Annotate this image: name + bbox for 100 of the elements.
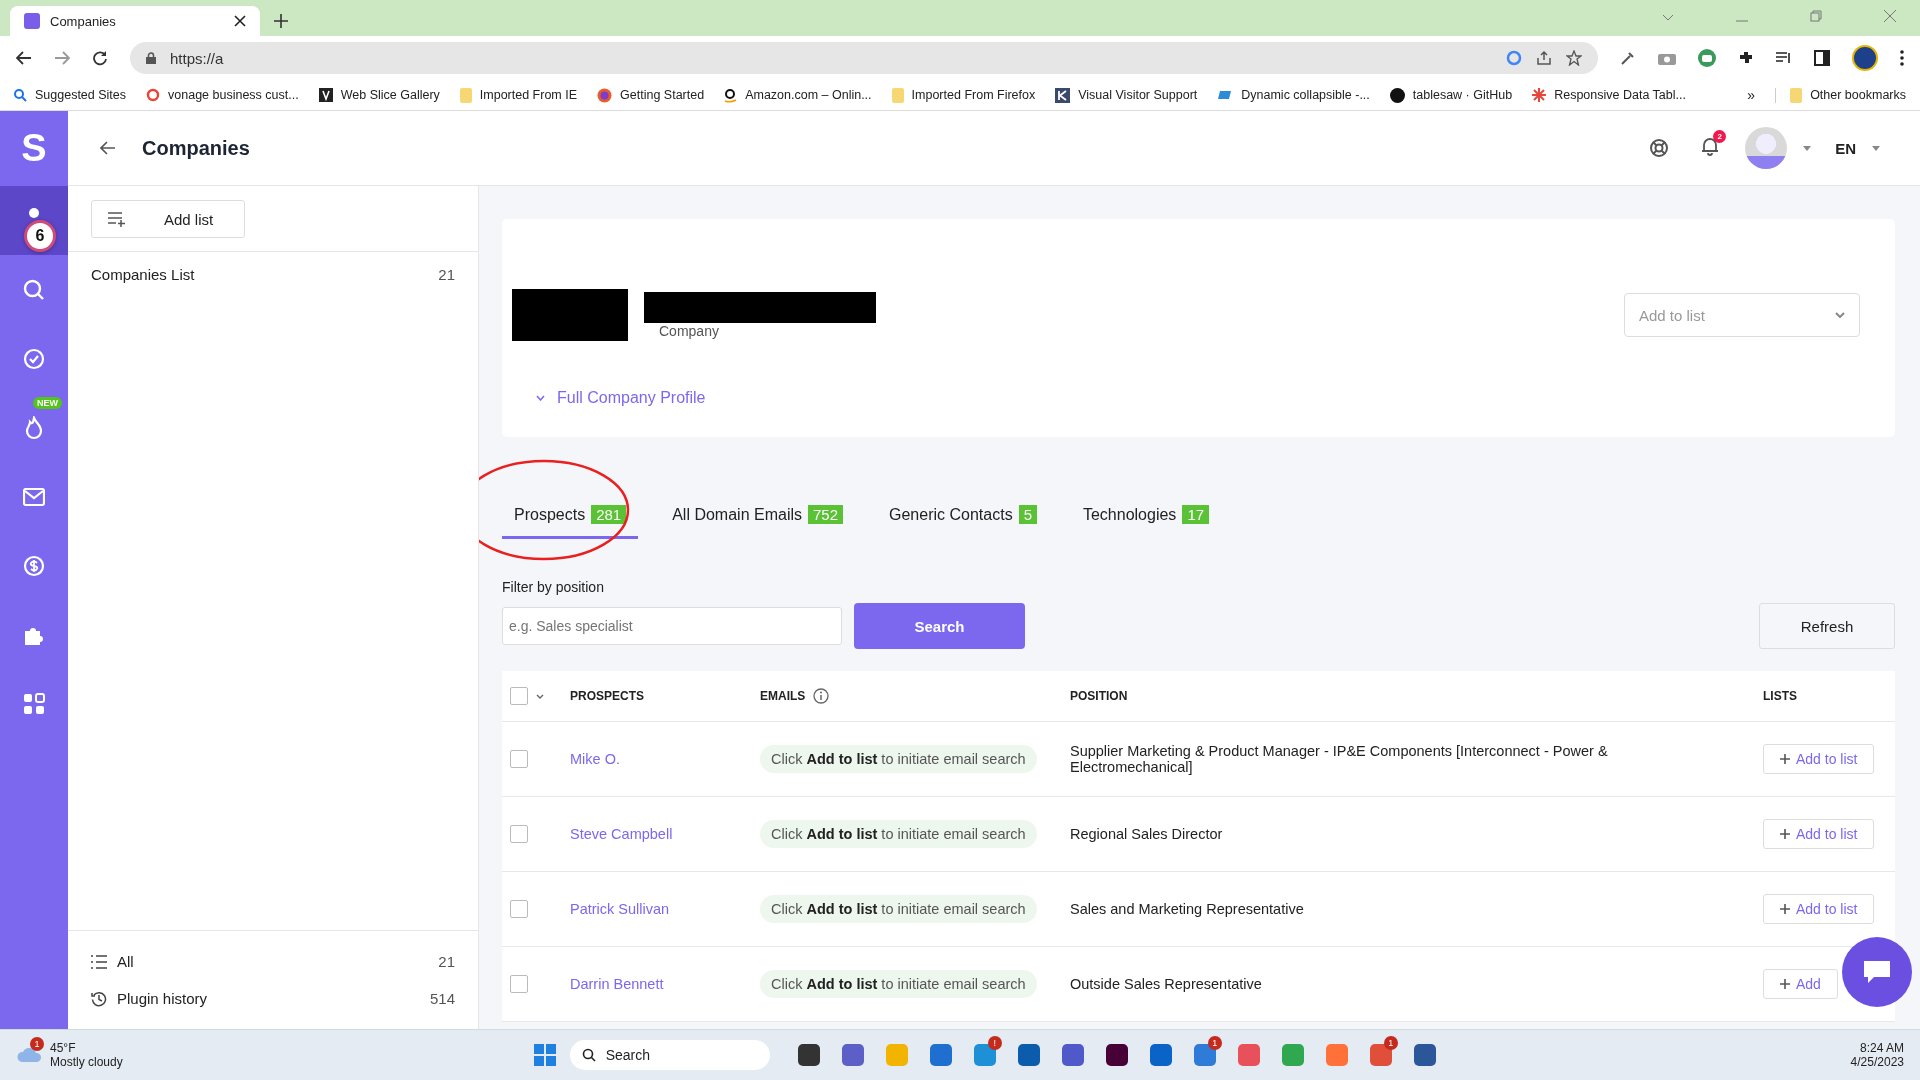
bookmark-item[interactable]: Responsive Data Tabl... (1532, 88, 1686, 102)
app-badge: 1 (1383, 1036, 1398, 1050)
reload-icon[interactable] (92, 50, 108, 66)
clock-time: 8:24 AM (1859, 1041, 1904, 1055)
search-button[interactable]: Search (854, 603, 1025, 649)
taskbar-app-icon[interactable] (1413, 1044, 1436, 1066)
tab[interactable]: Prospects 281 (502, 493, 639, 539)
profile-avatar-icon[interactable] (1852, 45, 1878, 71)
plus-icon (1780, 904, 1790, 914)
position-cell: Supplier Marketing & Product Manager - IP&E Components [Interconnect - Power & Electromechanical] (1070, 743, 1608, 775)
prospect-link[interactable]: Mike O. (570, 751, 620, 767)
taskbar-search-field[interactable]: Search (569, 1040, 770, 1070)
bookmark-item[interactable]: Amazon.com – Onlin... (724, 87, 872, 103)
bookmark-item[interactable]: tablesaw · GitHub (1389, 87, 1513, 103)
tab-title: Companies (50, 13, 117, 29)
clock-date: 4/25/2023 (1850, 1055, 1904, 1069)
more-bookmarks-button[interactable]: » (1747, 87, 1756, 103)
playlist-icon[interactable] (1776, 51, 1792, 65)
tab[interactable]: All Domain Emails 752 (660, 493, 855, 539)
share-icon[interactable] (1536, 50, 1552, 66)
row-checkbox[interactable] (510, 750, 528, 768)
prospect-link[interactable]: Patrick Sullivan (570, 901, 670, 917)
full-profile-link[interactable]: Full Company Profile (536, 389, 706, 407)
list-item[interactable]: Companies List 21 (68, 252, 478, 297)
add-to-list-button[interactable]: Add to list (1763, 819, 1875, 849)
app-logo[interactable]: S (0, 111, 68, 186)
prospect-link[interactable]: Steve Campbell (570, 826, 673, 842)
bookmark-item[interactable]: Web Slice Gallery (318, 88, 440, 102)
bookmark-item[interactable]: Other bookmarks (1775, 87, 1906, 103)
windows-start-icon[interactable] (533, 1044, 556, 1066)
bookmark-item[interactable]: vonage business cust... (146, 88, 299, 102)
new-tab-icon[interactable] (274, 14, 288, 28)
select-all-checkbox[interactable] (510, 687, 528, 705)
language-selector[interactable]: EN (1835, 139, 1856, 157)
position-filter-field[interactable]: e.g. Sales specialist (502, 607, 842, 645)
folder-icon (891, 87, 904, 103)
bookmark-item[interactable]: Imported From IE (459, 87, 578, 103)
position-cell: Outside Sales Representative (1070, 976, 1262, 992)
refresh-button[interactable]: Refresh (1759, 603, 1895, 649)
row-checkbox[interactable] (510, 825, 528, 843)
weather-condition: Mostly cloudy (50, 1055, 123, 1069)
nav-item[interactable]: 6 (0, 186, 68, 255)
browser-tab[interactable]: Companies (10, 6, 260, 36)
list-filter-item[interactable]: Plugin history 514 (68, 980, 478, 1017)
grid-icon (23, 692, 45, 715)
bookmark-item[interactable]: Getting Started (597, 87, 705, 103)
prospect-link[interactable]: Darrin Bennett (570, 976, 664, 992)
eyedropper-icon[interactable] (1620, 50, 1636, 66)
caret-icon[interactable] (1872, 145, 1880, 151)
user-avatar[interactable] (1745, 127, 1788, 169)
taskbar-app-icon[interactable] (1017, 1044, 1040, 1066)
forward-arrow-icon[interactable] (54, 51, 70, 65)
more-vertical-icon[interactable] (1900, 50, 1904, 66)
back-arrow-icon[interactable] (100, 141, 116, 155)
info-icon[interactable] (813, 688, 830, 704)
bookmark-item[interactable]: Dynamic collapsible -... (1217, 88, 1370, 102)
count-badge: 752 (808, 505, 843, 524)
address-field[interactable]: https://a (130, 42, 1598, 74)
taskbar-app-icon[interactable] (1105, 1044, 1128, 1066)
chevron-down-icon (536, 395, 545, 401)
side-panel-icon[interactable] (1814, 50, 1830, 66)
tab[interactable]: Technologies 17 (1070, 493, 1222, 539)
taskbar-app-icon[interactable] (797, 1044, 820, 1066)
plus-icon (1780, 754, 1790, 764)
notification-count: 2 (1713, 130, 1727, 143)
slice-icon (318, 88, 333, 102)
add-to-list-button[interactable]: Add to list (1763, 744, 1875, 774)
star-icon[interactable] (1566, 50, 1582, 66)
site-favicon-icon (24, 13, 40, 29)
restore-icon[interactable] (1810, 10, 1822, 22)
chevron-down-icon[interactable] (1662, 14, 1674, 22)
bookmark-item[interactable]: Suggested Sites (14, 88, 127, 102)
google-g-icon[interactable] (1506, 50, 1522, 66)
row-checkbox[interactable] (510, 975, 528, 993)
dollar-circle-icon (23, 554, 45, 577)
bookmark-item[interactable]: Imported From Firefox (891, 87, 1036, 103)
add-to-list-button[interactable]: Add (1763, 969, 1838, 999)
email-hint: Click Add to list to initiate email search (760, 970, 1037, 998)
bookmark-item[interactable]: Visual Visitor Support (1055, 87, 1198, 103)
email-hint: Click Add to list to initiate email search (760, 745, 1037, 773)
company-subtitle: Company (658, 322, 720, 339)
add-to-list-button[interactable]: Add to list (1763, 894, 1875, 924)
history-icon (91, 990, 107, 1007)
bell-icon[interactable] (1701, 136, 1720, 156)
back-arrow-icon[interactable] (16, 51, 32, 65)
chevron-down-icon (1835, 312, 1845, 318)
camera-icon[interactable] (1658, 51, 1676, 65)
close-window-icon[interactable] (1884, 10, 1896, 22)
list-filter-item[interactable]: All 21 (68, 943, 478, 980)
puzzle-icon[interactable] (1738, 50, 1754, 66)
search-icon (23, 278, 45, 301)
tab[interactable]: Generic Contacts 5 (877, 493, 1049, 539)
caret-icon[interactable] (1803, 145, 1812, 151)
lifebuoy-icon[interactable] (1649, 138, 1670, 158)
close-icon[interactable] (234, 15, 246, 27)
progress-badge[interactable]: 6 (24, 220, 56, 252)
lock-icon (146, 52, 156, 64)
caret-icon[interactable] (536, 693, 544, 699)
add-list-button[interactable]: Add list (91, 200, 245, 238)
row-checkbox[interactable] (510, 900, 528, 918)
